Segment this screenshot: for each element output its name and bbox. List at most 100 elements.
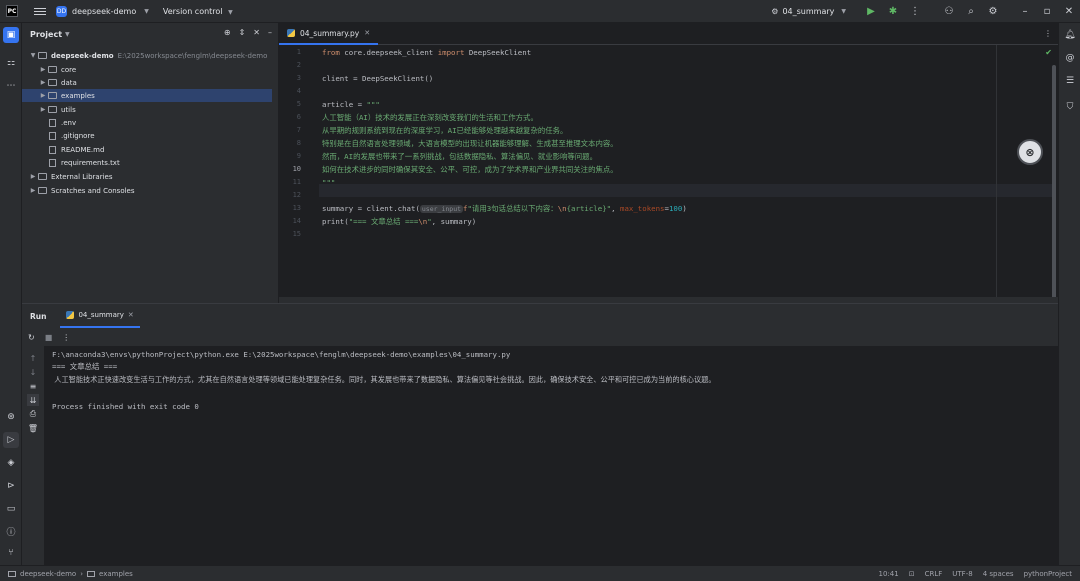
ai-assistant-icon[interactable]: @ [1062,50,1078,66]
locate-file-icon[interactable]: ⊕ [224,28,231,37]
tree-item-data[interactable]: ▶ data [22,76,272,89]
editor-tab[interactable]: 04_summary.py ✕ [279,23,379,45]
run-config-icon: ⚙ [771,7,779,16]
close-panel-icon[interactable]: ✕ [253,28,260,37]
line-separator[interactable]: CRLF [925,570,943,578]
restore-icon[interactable]: ▫ [1036,0,1058,23]
indent-setting[interactable]: 4 spaces [983,570,1014,578]
code-line-3[interactable]: client = DeepSeekClient() [322,72,433,85]
chevron-right-icon: ▶ [30,173,36,180]
close-icon[interactable]: ✕ [1058,0,1080,23]
code-line-6[interactable]: 人工智能（AI）技术的发展正在深刻改变我们的生活和工作方式。 [322,111,538,124]
expand-collapse-icon[interactable]: ⇕ [239,28,246,37]
rerun-icon[interactable]: ↻ [28,333,35,342]
code-token: 100 [668,204,683,213]
python-packages-icon[interactable]: ⊛ [3,409,19,425]
notifications-icon[interactable]: 🔔︎ [1062,27,1078,43]
scroll-to-end-icon[interactable]: ⇊ [27,394,39,406]
services-icon[interactable]: ⊳ [3,478,19,494]
tree-item-utils[interactable]: ▶ utils [22,103,272,116]
text-file-icon [49,158,56,167]
line-number: 14 [292,217,301,225]
lock-icon[interactable]: ⊡ [909,570,915,578]
run-icon[interactable]: ▶ [860,0,882,23]
minimize-icon[interactable]: – [1014,0,1036,23]
add-user-icon[interactable]: ⚇ [938,0,960,23]
code-line-14[interactable]: print("=== 文章总结 ===\n", summary) [322,215,476,228]
run-toolbar: ↻ ■ ⋮ [22,328,1058,346]
print-icon[interactable]: ⎙ [27,408,39,420]
code-line-8[interactable]: 特别是在自然语言处理领域，大语言模型的出现让机器能够理解、生成甚至推理文本内容。 [322,137,618,150]
chevron-down-icon: ▼ [228,8,233,16]
close-tab-icon[interactable]: ✕ [128,311,134,319]
version-control-menu[interactable]: Version control ▼ [163,7,233,16]
tree-item-requirements[interactable]: requirements.txt [22,156,272,169]
code-editor: 04_summary.py ✕ ⋮ 1 2 3 4 5 6 7 8 9 10 1… [279,23,1058,303]
soft-wrap-icon[interactable]: ≡ [27,380,39,392]
code-line-11[interactable]: """ [322,176,335,189]
tree-external-libraries[interactable]: ▶ External Libraries [22,170,272,183]
settings-gear-icon[interactable]: ⚙ [982,0,1004,23]
problems-icon[interactable]: ⓘ [3,523,19,539]
close-tab-icon[interactable]: ✕ [364,29,370,37]
more-tools-icon[interactable]: ⋯ [3,78,19,94]
caret-position[interactable]: 10:41 [879,570,899,578]
more-actions-icon[interactable]: ⋮ [904,0,926,23]
code-line-5[interactable]: article = """ [322,98,380,111]
project-switcher[interactable]: DD deepseek-demo ▼ [56,5,149,17]
code-token: , summary) [431,217,477,226]
run-configuration-selector[interactable]: ⚙ 04_summary ▼ [771,7,846,16]
run-tab[interactable]: 04_summary ✕ [60,304,140,328]
editor-tab-bar: 04_summary.py ✕ ⋮ [279,23,1058,45]
shield-icon[interactable]: ⛉ [1062,99,1078,115]
code-token: "请用3句话总结以下内容： [467,204,558,213]
python-interpreter[interactable]: pythonProject [1024,570,1072,578]
minimize-panel-icon[interactable]: – [268,28,272,37]
more-tabs-icon[interactable]: ⋮ [1044,29,1052,38]
debug-icon[interactable]: ✱ [882,0,904,23]
project-tool-icon[interactable]: ▣ [3,27,19,43]
terminal-icon[interactable]: ▭ [3,501,19,517]
run-tool-icon[interactable]: ▷ [3,432,19,448]
database-icon[interactable]: ☰ [1062,73,1078,89]
breadcrumb-project[interactable]: deepseek-demo [20,570,76,578]
code-line-10[interactable]: 如何在技术进步的同时确保其安全、公平、可控，成为了学术界和产业界共同关注的焦点。 [322,163,618,176]
breadcrumb-folder[interactable]: examples [99,570,133,578]
layers-icon[interactable]: ◈ [3,455,19,471]
structure-tool-icon[interactable]: ⚏ [3,55,19,71]
tree-item-core[interactable]: ▶ core [22,63,272,76]
stop-icon[interactable]: ■ [45,333,53,342]
line-number: 9 [296,152,301,160]
library-icon [38,173,47,180]
scroll-down-icon[interactable]: ↓ [27,366,39,378]
main-menu-icon[interactable] [34,7,46,15]
tree-item-examples[interactable]: ▶ examples [22,89,272,102]
git-icon[interactable]: ⑂ [3,545,19,561]
inspection-ok-icon[interactable]: ✔ [1045,48,1052,57]
code-token: """ [366,100,380,109]
file-icon [49,118,56,127]
trash-icon[interactable]: 🗑︎ [27,422,39,434]
code-line-7[interactable]: 从早期的规则系统到现在的深度学习，AI已经能够处理越来越复杂的任务。 [322,124,567,137]
console-output-exit: Process finished with exit code 0 [52,402,199,411]
more-options-icon[interactable]: ⋮ [62,333,70,342]
tree-scratches[interactable]: ▶ Scratches and Consoles [22,184,272,197]
project-panel: Project ▼ ⊕ ⇕ ✕ – ▼ deepseek-demo E:\202… [22,23,278,303]
tree-item-gitignore[interactable]: .gitignore [22,129,272,142]
tree-item-env[interactable]: .env [22,116,272,129]
line-number: 12 [292,191,301,199]
chevron-right-icon: ▶ [40,92,46,99]
python-file-icon [287,29,295,37]
console-output-line: === 文章总结 === [52,362,118,371]
search-icon[interactable]: ⌕ [960,0,982,23]
chevron-down-icon: ▼ [841,8,846,15]
code-line-13[interactable]: summary = client.chat(user_input f"请用3句话总… [322,202,687,215]
file-encoding[interactable]: UTF-8 [952,570,972,578]
scroll-up-icon[interactable]: ↑ [27,352,39,364]
tree-item-readme[interactable]: README.md [22,143,272,156]
code-line-1[interactable]: from core.deepseek_client import DeepSee… [322,46,531,59]
editor-vertical-scrollbar[interactable] [1052,65,1056,299]
ai-assistant-floating-icon[interactable]: ⊗ [1017,139,1043,165]
code-line-9[interactable]: 然而，AI的发展也带来了一系列挑战，包括数据隐私、算法偏见、就业影响等问题。 [322,150,597,163]
tree-root-folder[interactable]: ▼ deepseek-demo E:\2025workspace\fenglm\… [22,49,272,62]
